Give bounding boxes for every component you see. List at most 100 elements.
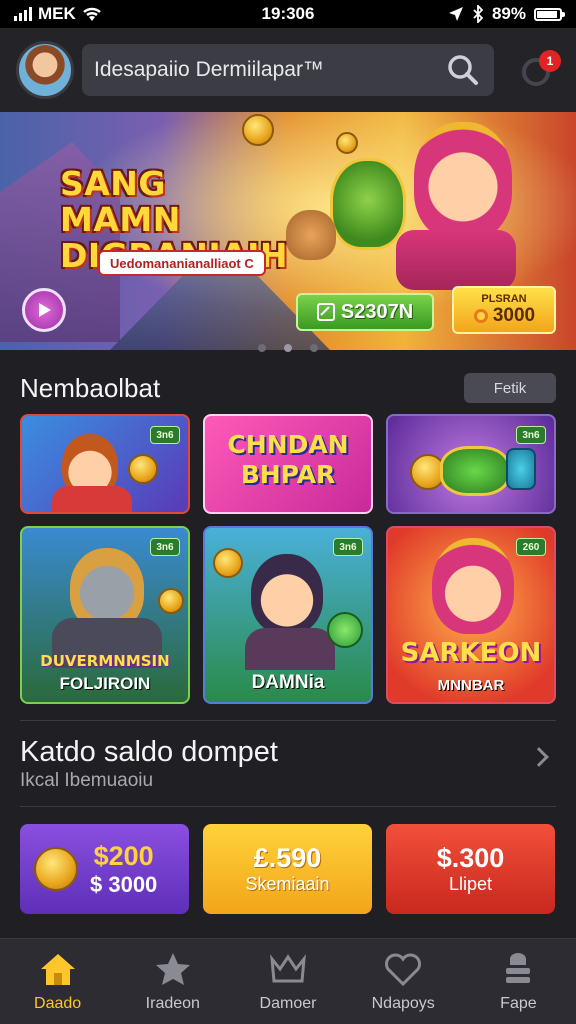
- banner-claim-label: S2307N: [340, 300, 414, 323]
- see-all-button[interactable]: Fetik: [464, 373, 556, 403]
- wifi-icon: [82, 7, 101, 21]
- banner-bear-art: [286, 210, 336, 260]
- crown-icon: [270, 954, 306, 983]
- status-bar: MEK 19:306 89%: [0, 0, 576, 28]
- pager-dot[interactable]: [310, 344, 318, 352]
- wallet-subtitle: Ikcal Ibemuaoiu: [20, 770, 154, 791]
- notification-button[interactable]: 1: [518, 50, 561, 90]
- location-icon: [448, 7, 463, 21]
- tile-badge: 3n6: [333, 538, 363, 556]
- banner-body-art: [396, 230, 516, 290]
- wallet-card-amount: $.300: [436, 843, 505, 873]
- pager-dot[interactable]: [258, 344, 266, 352]
- wallet-card-sub: Llipet: [448, 874, 493, 894]
- chevron-right-icon[interactable]: [529, 747, 549, 767]
- banner-pager[interactable]: [0, 344, 576, 352]
- coin-stack-icon: [473, 308, 488, 323]
- banner-red-hero: [414, 122, 512, 240]
- signal-icon: [14, 7, 32, 21]
- banner-green-hero: [330, 158, 406, 250]
- tile-character-body-art: [245, 628, 335, 670]
- tile-character-body-art: [52, 486, 132, 512]
- app-header: Idesapaiio Dermiilapar™ 1: [0, 28, 576, 112]
- nav-label: Daado: [34, 995, 82, 1012]
- wallet-card-sub: $ 3000: [90, 871, 158, 897]
- game-tile[interactable]: 3n6: [20, 414, 190, 514]
- wallet-card-amount: $200: [93, 840, 154, 871]
- tile-badge: 3n6: [150, 426, 180, 444]
- play-icon: [39, 303, 51, 317]
- games-section-header: Nembaolbat Fetik: [20, 370, 556, 406]
- wallet-cards: $200 $ 3000 £.590 Skemiaain $.300 Llipet: [20, 824, 556, 914]
- tile-title: SARKEON: [400, 638, 542, 668]
- coin-icon: [327, 612, 363, 648]
- search-bar[interactable]: Idesapaiio Dermiilapar™: [82, 44, 494, 96]
- notification-badge: 1: [539, 50, 561, 72]
- coin-icon: [242, 114, 274, 146]
- promo-banner[interactable]: SANG MAMN DIGRANJAIH Uedomananianalliaot…: [0, 112, 576, 350]
- wallet-row[interactable]: Katdo saldo dompet Ikcal Ibemuaoiu: [20, 730, 556, 800]
- nav-item-rank[interactable]: Damoer: [230, 939, 345, 1024]
- battery-icon: [534, 7, 565, 21]
- nav-label: Damoer: [259, 995, 317, 1012]
- carrier-label: MEK: [38, 4, 76, 23]
- avatar[interactable]: [16, 41, 74, 99]
- wallet-card[interactable]: $.300 Llipet: [386, 824, 555, 914]
- coin-icon: [158, 588, 184, 614]
- banner-bonus-value: 3000: [492, 304, 536, 326]
- coin-icon: [336, 132, 358, 154]
- tile-caption: MNNBAR: [437, 677, 505, 694]
- tile-title: CHNDAN BHPAR: [227, 430, 349, 489]
- games-section-title: Nembaolbat: [20, 372, 161, 403]
- banner-bonus-button[interactable]: PLSRAN 3000: [452, 286, 556, 334]
- nav-label: Ndapoys: [371, 995, 435, 1012]
- heart-icon: [385, 953, 422, 987]
- coin-icon: [213, 548, 243, 578]
- coin-icon: [128, 454, 158, 484]
- coin-icon: [506, 448, 536, 490]
- tile-badge: 260: [516, 538, 546, 556]
- nav-label: Iradeon: [145, 995, 200, 1012]
- game-tile[interactable]: CHNDAN BHPAR: [203, 414, 373, 514]
- home-icon: [40, 954, 75, 985]
- search-input[interactable]: Idesapaiio Dermiilapar™: [94, 58, 446, 82]
- coin-icon: [34, 847, 78, 891]
- game-grid: 3n6 CHNDAN BHPAR 3n6 3n6 DUVERMNMSIN FOL…: [20, 414, 558, 704]
- tile-title: DUVERMNMSIN: [40, 652, 170, 670]
- nav-label: Fape: [500, 995, 537, 1012]
- game-tile[interactable]: 3n6 DUVERMNMSIN FOLJIROIN: [20, 526, 190, 704]
- tile-slot-art: [440, 446, 510, 496]
- bottom-nav: Daado Iradeon Damoer Ndapoys Fape: [0, 938, 576, 1024]
- gift-icon: [316, 303, 335, 321]
- wallet-card[interactable]: $200 $ 3000: [20, 824, 189, 914]
- wallet-card-sub: Skemiaain: [245, 874, 330, 894]
- game-tile[interactable]: 260 SARKEON MNNBAR: [386, 526, 556, 704]
- battery-percent: 89%: [491, 4, 526, 23]
- nav-item-favorites[interactable]: Ndapoys: [346, 939, 461, 1024]
- tile-caption: DAMNia: [251, 672, 325, 693]
- banner-play-button[interactable]: [22, 288, 66, 332]
- bluetooth-icon: [473, 5, 484, 23]
- pager-dot[interactable]: [284, 344, 292, 352]
- tile-character-art: [432, 538, 514, 634]
- tile-character-art: [251, 554, 323, 634]
- star-icon: [155, 953, 190, 985]
- nav-item-home[interactable]: Daado: [0, 939, 115, 1024]
- wallet-title: Katdo saldo dompet: [20, 736, 278, 768]
- section-divider: [20, 806, 556, 807]
- tile-caption: FOLJIROIN: [59, 674, 151, 693]
- stack-icon: [506, 953, 531, 983]
- tile-badge: 3n6: [150, 538, 180, 556]
- banner-subtitle: Uedomananianalliaot C: [98, 250, 266, 276]
- status-time: 19:306: [261, 4, 315, 23]
- banner-claim-button[interactable]: S2307N: [296, 293, 434, 331]
- nav-item-events[interactable]: Iradeon: [115, 939, 230, 1024]
- game-tile[interactable]: 3n6 DAMNia: [203, 526, 373, 704]
- wallet-card[interactable]: £.590 Skemiaain: [203, 824, 372, 914]
- section-divider: [20, 720, 556, 721]
- nav-item-profile[interactable]: Fape: [461, 939, 576, 1024]
- game-tile[interactable]: 3n6: [386, 414, 556, 514]
- wallet-card-amount: £.590: [253, 843, 322, 873]
- tile-badge: 3n6: [516, 426, 546, 444]
- search-icon[interactable]: [446, 53, 480, 87]
